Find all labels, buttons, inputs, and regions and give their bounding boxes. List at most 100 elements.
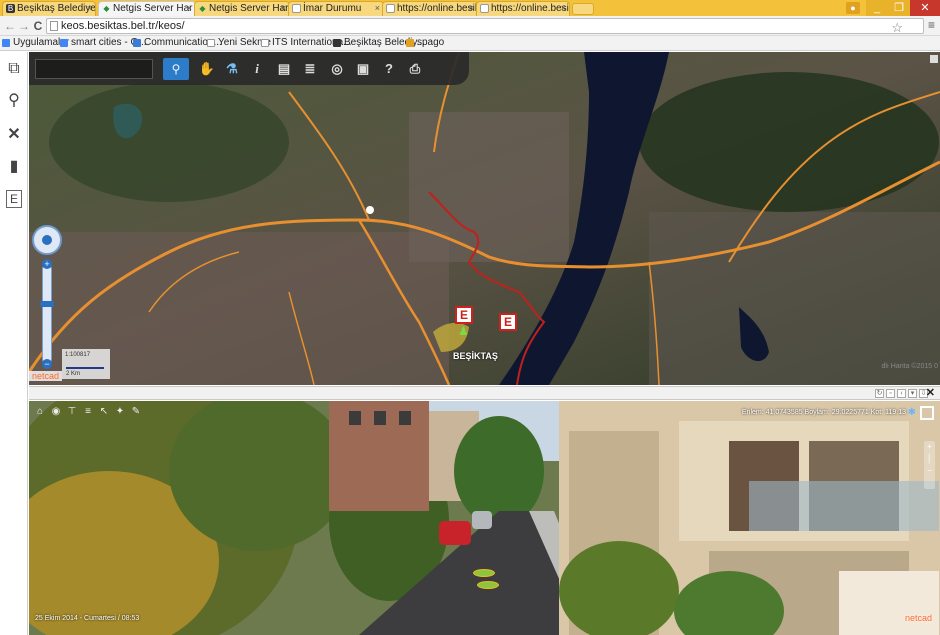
tab-imar-durumu[interactable]: İmar Durumu × [288, 1, 384, 16]
pointer-icon[interactable]: ↖ [98, 406, 110, 418]
hand-icon[interactable]: ✋ [198, 59, 216, 79]
spago-icon [406, 39, 414, 47]
back-icon[interactable]: ← [3, 18, 17, 34]
page-icon [386, 4, 395, 13]
measure-length-icon[interactable]: ≡ [82, 406, 94, 418]
netgis-icon: ◆ [103, 4, 110, 13]
panorama-header: ↻ ▫ ‹ ▾ ⇩ ✕ [29, 386, 940, 400]
bookmark-label: spago [417, 37, 445, 48]
panorama-tools: ⌂ ◉ ⊤ ≡ ↖ ✦ ✎ [34, 406, 142, 420]
page-icon [207, 39, 215, 47]
zoom-slider[interactable]: + − [40, 259, 54, 369]
copy-icon[interactable]: ⧉ [3, 58, 25, 80]
scale-text: 1:100817 [65, 352, 91, 358]
bookmark-star-icon[interactable]: ☆ [891, 20, 903, 36]
maximize-button[interactable]: ❐ [888, 0, 910, 16]
scale-box: 1:100817 2 Km [62, 349, 110, 379]
pano-refresh-icon[interactable]: ↻ [875, 389, 884, 398]
browser-toolbar: ← → C keos.besiktas.bel.tr/keos/ ☆ ≡ [0, 16, 940, 36]
move-forward-arrow[interactable] [477, 581, 499, 589]
camera-icon[interactable]: ◉ [50, 406, 62, 418]
close-icon[interactable]: × [561, 2, 566, 15]
settings-icon[interactable]: ✱ [908, 407, 916, 418]
window-close-button[interactable]: ✕ [910, 0, 940, 16]
tab-netgis-active[interactable]: ◆ Netgis Server Harita × [98, 1, 196, 16]
tab-netgis-2[interactable]: ◆ Netgis Server Harita × [194, 1, 290, 16]
panorama-image [29, 401, 940, 635]
page-icon [480, 4, 489, 13]
close-icon[interactable]: × [187, 2, 192, 15]
area-icon[interactable]: ✦ [114, 406, 126, 418]
pano-window-icon[interactable]: ▫ [886, 389, 895, 398]
user-icon[interactable]: ● [846, 2, 860, 14]
tab-online-besiktas-2[interactable]: https://online.besikta × [476, 1, 570, 16]
zoom-knob[interactable] [40, 301, 54, 307]
tab-label: Netgis Server Harita [209, 3, 289, 14]
satellite-map-background [29, 52, 940, 385]
map-attribution: dlı Harita ©2015 0 [881, 363, 938, 370]
address-bar[interactable]: keos.besiktas.bel.tr/keos/ ☆ [46, 18, 924, 36]
map-view[interactable]: ⚲ ✋ ⚗ i ▤ ≣ ◎ ▣ ? ⎙ + − 1:100817 2 Km ne… [29, 52, 940, 385]
measure-height-icon[interactable]: ⊤ [66, 406, 78, 418]
home-icon[interactable]: ⌂ [34, 406, 46, 418]
image-icon[interactable]: ▣ [354, 59, 372, 79]
close-icon[interactable]: × [469, 2, 474, 15]
pan-center[interactable] [42, 235, 52, 245]
close-icon[interactable]: × [281, 2, 286, 15]
page-icon [261, 39, 269, 47]
menu-icon[interactable]: ≡ [928, 17, 935, 33]
street-panorama[interactable]: ⌂ ◉ ⊤ ≡ ↖ ✦ ✎ Enlem: 41.0743585 Boylam: … [29, 401, 940, 635]
minimize-button[interactable]: _ [866, 0, 888, 16]
e-services-icon[interactable]: E [6, 190, 22, 208]
netgis-icon: ◆ [199, 4, 206, 13]
pin-icon[interactable]: ✎ [130, 406, 142, 418]
info-icon[interactable]: i [248, 59, 266, 79]
zoom-in-button[interactable]: + [42, 259, 52, 269]
pano-zoom-out-icon[interactable]: − [924, 465, 935, 477]
map-toolbar: ⚲ ✋ ⚗ i ▤ ≣ ◎ ▣ ? ⎙ [29, 52, 469, 85]
move-forward-arrow[interactable] [473, 569, 495, 577]
tab-online-besiktas-1[interactable]: https://online.besikta × [382, 1, 478, 16]
measure-icon[interactable]: ⚗ [223, 59, 241, 79]
globe-icon[interactable]: ◎ [328, 59, 346, 79]
print-icon[interactable]: ⎙ [406, 59, 424, 79]
map-search-button[interactable]: ⚲ [163, 58, 189, 80]
map-search-input[interactable] [35, 59, 153, 79]
close-icon[interactable]: × [375, 2, 380, 15]
netcad-logo: netcad [29, 371, 63, 381]
tab-label: https://online.besikta [491, 3, 569, 14]
zoom-out-button[interactable]: − [42, 359, 52, 369]
pegman-icon[interactable]: ♟ [458, 324, 469, 338]
link-icon [133, 39, 141, 47]
google-icon [60, 39, 68, 47]
document-icon[interactable]: ▤ [275, 59, 293, 79]
poi-marker-e[interactable]: E [499, 313, 517, 331]
forward-icon[interactable]: → [17, 18, 31, 34]
coordinate-readout: Enlem: 41.0743585 Boylam: 29.0225771 Kot… [741, 409, 906, 416]
pano-zoom-control[interactable]: + │ − [924, 441, 935, 489]
besiktas-logo-icon [333, 39, 341, 47]
layers-panel-icon[interactable]: ▮ [3, 156, 25, 178]
tab-label: İmar Durumu [303, 3, 362, 14]
search-icon[interactable]: ⚲ [3, 90, 25, 112]
layers-icon[interactable]: ≣ [301, 59, 319, 79]
bookmark-spago[interactable]: spago [406, 36, 444, 50]
netcad-logo: netcad [904, 613, 932, 623]
pano-left-icon[interactable]: ‹ [897, 389, 906, 398]
reload-icon[interactable]: C [31, 18, 45, 34]
pano-zoom-in-icon[interactable]: + [924, 441, 935, 453]
new-tab-button[interactable] [572, 3, 594, 15]
scale-bar [66, 367, 104, 369]
close-icon[interactable]: × [87, 2, 92, 15]
tools-icon[interactable]: ✕ [3, 124, 25, 146]
pan-control[interactable] [32, 225, 62, 255]
tab-besiktas-belediyesi[interactable]: B Beşiktaş Belediyesi × [2, 1, 96, 16]
expand-icon[interactable] [930, 55, 938, 63]
fullscreen-icon[interactable] [920, 406, 934, 420]
poi-marker-e[interactable]: E [455, 306, 473, 324]
help-icon[interactable]: ? [380, 59, 398, 79]
bookmarks-bar: Uygulamalar smart cities - G... Communic… [0, 36, 940, 51]
pano-down-icon[interactable]: ▾ [908, 389, 917, 398]
pano-close-button[interactable]: ✕ [926, 387, 935, 400]
tab-label: Netgis Server Harita [113, 3, 193, 14]
